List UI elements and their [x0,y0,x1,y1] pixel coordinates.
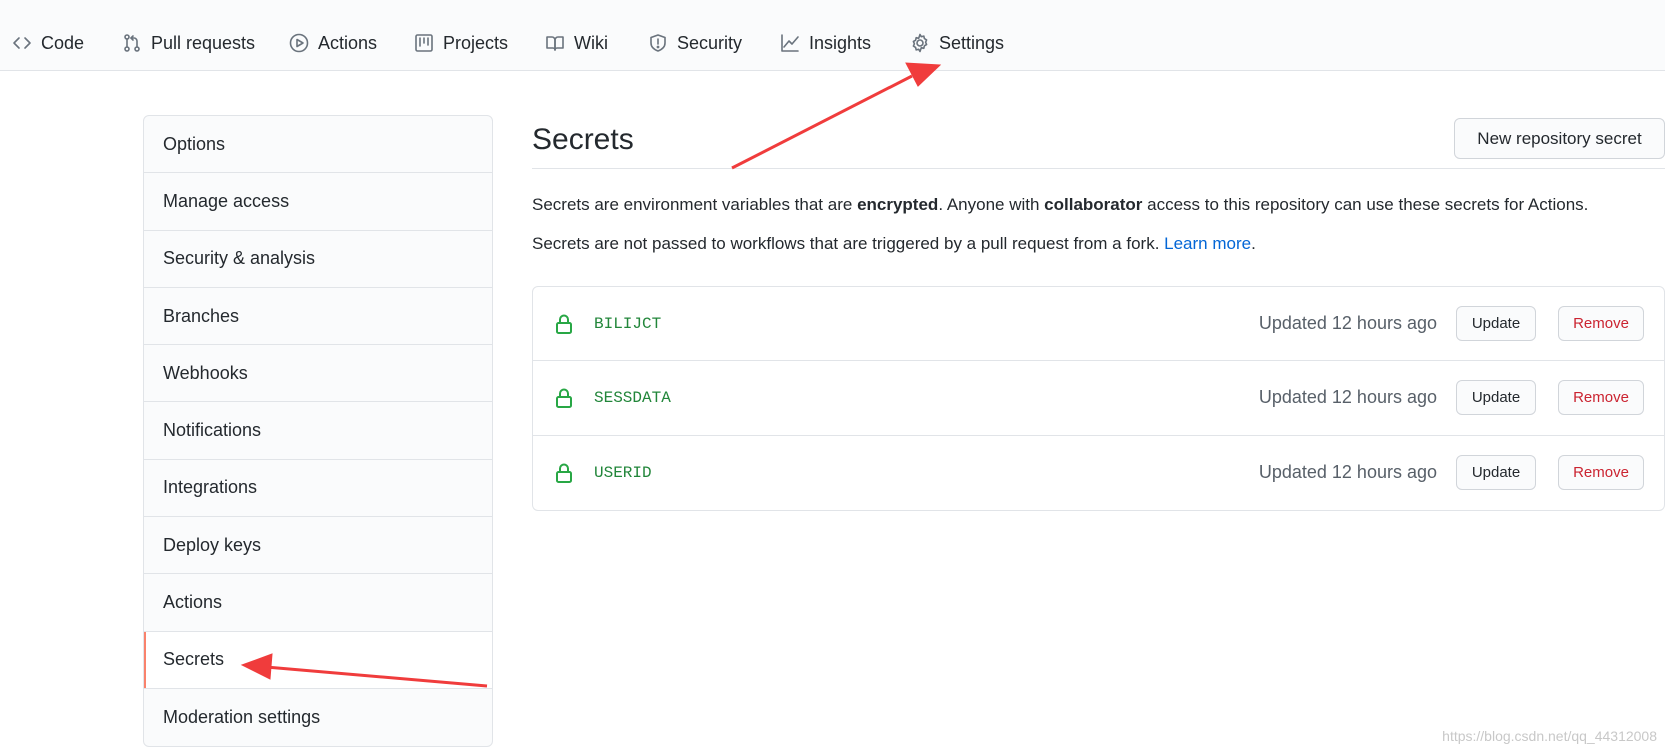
desc-bold-collaborator: collaborator [1044,195,1143,214]
secret-row: USERID Updated 12 hours ago Update Remov… [533,436,1664,510]
pull-request-icon [124,34,140,52]
secret-name: SESSDATA [594,388,671,407]
tab-label: Wiki [574,32,608,53]
tab-security[interactable]: Security [648,0,742,86]
sidebar-item-actions[interactable]: Actions [144,574,492,632]
secret-name: USERID [594,463,652,482]
sidebar-item-moderation-settings[interactable]: Moderation settings [144,689,492,746]
learn-more-link[interactable]: Learn more [1164,234,1251,253]
sidebar-item-webhooks[interactable]: Webhooks [144,345,492,403]
new-repository-secret-button[interactable]: New repository secret [1454,118,1665,159]
fork-note-text: Secrets are not passed to workflows that… [532,234,1165,253]
fork-note-end: . [1251,234,1256,253]
code-icon [13,37,31,49]
update-button[interactable]: Update [1456,306,1536,342]
watermark: https://blog.csdn.net/qq_44312008 [1442,728,1657,744]
secret-updated: Updated 12 hours ago [1258,462,1437,483]
secret-row: SESSDATA Updated 12 hours ago Update Rem… [533,361,1664,436]
remove-button[interactable]: Remove [1558,380,1644,416]
secret-row: BILIJCT Updated 12 hours ago Update Remo… [533,287,1664,362]
update-button[interactable]: Update [1456,380,1536,416]
tab-label: Actions [318,32,378,53]
sidebar-item-security-analysis[interactable]: Security & analysis [144,231,492,288]
lock-icon [555,313,573,335]
sidebar-item-integrations[interactable]: Integrations [144,460,492,518]
secret-updated: Updated 12 hours ago [1258,387,1437,408]
sidebar-item-options[interactable]: Options [144,116,492,174]
repo-nav: Code Pull requests Actions Projects Wiki… [0,0,1665,71]
tab-wiki[interactable]: Wiki [545,0,608,86]
sidebar-item-manage-access[interactable]: Manage access [144,173,492,231]
tab-label: Projects [443,32,509,53]
book-icon [546,36,564,51]
shield-icon [650,34,666,52]
tab-pull-requests[interactable]: Pull requests [122,0,255,86]
secrets-list: BILIJCT Updated 12 hours ago Update Remo… [532,286,1665,511]
fork-note: Secrets are not passed to workflows that… [532,232,1256,256]
remove-button[interactable]: Remove [1558,306,1644,342]
sidebar-item-deploy-keys[interactable]: Deploy keys [144,517,492,575]
sidebar-item-secrets[interactable]: Secrets [144,631,492,689]
sidebar-item-notifications[interactable]: Notifications [144,402,492,460]
sidebar-item-branches[interactable]: Branches [144,288,492,346]
tab-label: Pull requests [151,32,256,53]
tab-code[interactable]: Code [12,0,84,86]
lock-icon [555,387,573,409]
desc-text: Secrets are environment variables that a… [532,195,858,214]
tab-settings[interactable]: Settings [910,0,1004,86]
page-header: Secrets New repository secret [532,115,1665,169]
tab-label: Security [677,32,743,53]
tab-insights[interactable]: Insights [780,0,871,86]
tab-projects[interactable]: Projects [414,0,508,86]
update-button[interactable]: Update [1456,455,1536,491]
secret-name: BILIJCT [594,314,662,333]
graph-icon [781,34,799,52]
main-content: Secrets New repository secret [532,115,1665,169]
tab-label: Code [41,32,85,53]
tab-label: Settings [939,32,1005,53]
lock-icon [555,462,573,484]
play-icon [289,33,309,53]
tab-actions[interactable]: Actions [289,0,377,86]
desc-text: access to this repository can use these … [1142,195,1589,214]
secrets-description: Secrets are environment variables that a… [532,193,1588,217]
gear-icon [912,33,928,53]
desc-bold-encrypted: encrypted [857,195,939,214]
desc-text: . Anyone with [938,195,1045,214]
project-icon [415,34,433,52]
settings-sidebar: Options Manage access Security & analysi… [143,115,493,748]
page-title: Secrets [532,123,634,156]
remove-button[interactable]: Remove [1558,455,1644,491]
tab-label: Insights [809,32,872,53]
secret-updated: Updated 12 hours ago [1258,313,1437,334]
